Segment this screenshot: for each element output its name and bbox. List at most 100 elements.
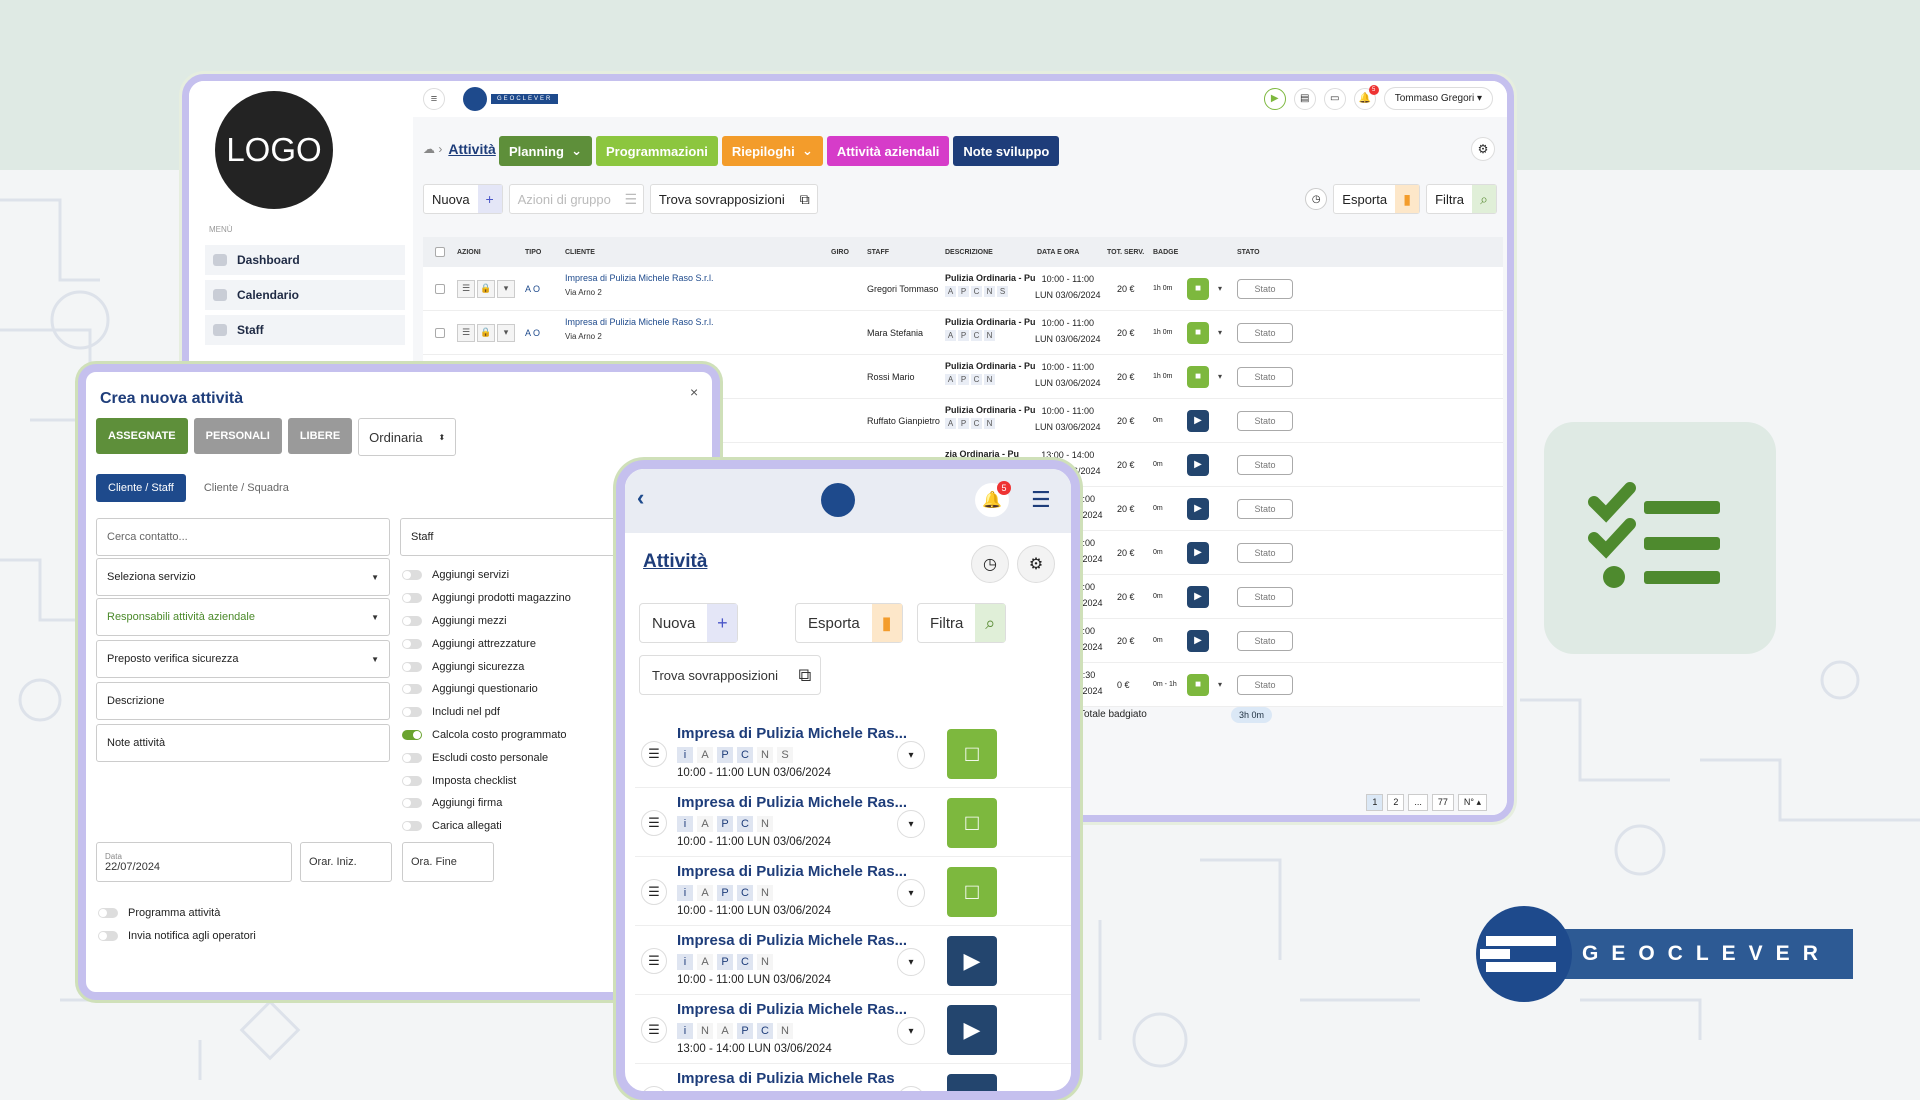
toggle-switch[interactable] [402,570,422,581]
menu-toggle-icon[interactable]: ≡ [423,88,445,110]
play-icon[interactable]: ▶ [947,1005,997,1055]
list-item[interactable]: ☰ Impresa di Pulizia Michele Ras... iAPC… [635,857,1071,926]
page-button[interactable]: 2 [1387,794,1405,811]
stato-button[interactable]: Stato [1237,278,1293,299]
list-icon[interactable]: ☰ [457,323,475,342]
row-cliente-link[interactable]: Impresa di Pulizia Michele Raso S.r.l. Vi… [565,273,714,297]
azioni-gruppo-button[interactable]: Azioni di gruppo ☰ [508,184,644,214]
service-select[interactable]: Seleziona servizio ▼ [96,558,390,596]
chevron-down-icon[interactable]: ▾ [897,810,925,838]
tab-attivita-aziendali[interactable]: Attività aziendali [826,136,950,166]
tab-note-sviluppo[interactable]: Note sviluppo [953,136,1060,166]
notes-icon[interactable]: ▤ [1293,87,1316,110]
close-icon[interactable]: × [690,384,698,400]
stato-button[interactable]: Stato [1237,454,1293,475]
play-icon[interactable]: ▶ [1187,629,1209,652]
list-icon[interactable]: ☰ [641,879,667,905]
select-all-checkbox[interactable] [435,247,445,257]
stato-button[interactable]: Stato [1237,498,1293,519]
list-item-title[interactable]: Impresa di Pulizia Michele Ras... [677,725,907,742]
descrizione-input[interactable]: Descrizione [96,682,390,720]
note-input[interactable]: Note attività [96,724,390,762]
stato-button[interactable]: Stato [1237,322,1293,343]
toggle-switch[interactable] [402,684,422,695]
stop-icon[interactable]: □ [947,867,997,917]
date-input[interactable]: Data 22/07/2024 [96,842,292,882]
page-button[interactable]: ... [1408,794,1428,811]
toggle-programma[interactable]: Programma attività [98,902,256,925]
list-icon[interactable]: ☰ [641,1017,667,1043]
toggle-switch[interactable] [402,593,422,604]
settings-gear-icon[interactable]: ⚙ [1471,137,1495,161]
option-toggle[interactable]: Aggiungi questionario [402,678,602,701]
table-row[interactable]: ☰ 🔒 ▾ A O Impresa di Pulizia Michele Raso … [423,311,1503,355]
toggle-notifica[interactable]: Invia notifica agli operatori [98,925,256,948]
option-toggle[interactable]: Aggiungi attrezzature [402,632,602,655]
toggle-switch[interactable] [402,821,422,832]
esporta-button[interactable]: Esporta ▮ [795,603,903,643]
chevron-down-icon[interactable]: ▾ [497,279,515,298]
toggle-switch[interactable] [402,661,422,672]
bell-icon[interactable]: 🔔 5 [1353,84,1379,110]
option-toggle[interactable]: Aggiungi sicurezza [402,655,602,678]
clock-icon[interactable]: ◷ [1305,188,1328,210]
bell-icon[interactable]: 🔔 5 [975,481,1011,517]
clock-icon[interactable]: ◷ [971,545,1009,583]
toggle-switch[interactable] [98,931,118,942]
home-icon[interactable]: ☁ › [423,142,442,156]
list-item[interactable]: ☰ Impresa di Pulizia Michele Ras... iAPC… [635,719,1071,788]
tab-personali[interactable]: PERSONALI [193,418,282,454]
chevron-down-icon[interactable]: ▾ [1211,675,1229,694]
option-toggle[interactable]: Escludi costo personale [402,746,602,769]
filtra-button[interactable]: Filtra ⌕ [1426,184,1497,214]
subtab-cliente-squadra[interactable]: Cliente / Squadra [204,482,289,494]
option-toggle[interactable]: Calcola costo programmato [402,724,602,747]
chevron-down-icon[interactable]: ▾ [1211,323,1229,342]
trova-sovrapposizioni-button[interactable]: Trova sovrapposizioni ⧉ [639,655,821,695]
option-toggle[interactable]: Aggiungi servizi [402,564,602,587]
nuova-button[interactable]: Nuova + [639,603,739,643]
list-item-title[interactable]: Impresa di Pulizia Michele Ras [677,1070,895,1087]
page-button[interactable]: 1 [1366,794,1384,811]
sidebar-item-staff[interactable]: Staff [205,315,405,345]
toggle-switch[interactable] [402,638,422,649]
type-select[interactable]: Ordinaria ⬍ [358,418,457,456]
list-item[interactable]: ☰ Impresa di Pulizia Michele Ras ▾ ▶ [635,1064,1071,1091]
list-item[interactable]: ☰ Impresa di Pulizia Michele Ras... iAPC… [635,788,1071,857]
option-toggle[interactable]: Aggiungi prodotti magazzino [402,587,602,610]
stop-icon[interactable]: ■ [1187,277,1209,300]
toggle-switch[interactable] [402,775,422,786]
lock-icon[interactable]: 🔒 [477,279,495,298]
user-menu[interactable]: Tommaso Gregori ▾ [1383,87,1493,110]
play-icon[interactable]: ▶ [1187,497,1209,520]
option-toggle[interactable]: Imposta checklist [402,769,602,792]
chevron-down-icon[interactable]: ▾ [897,741,925,769]
option-toggle[interactable]: Aggiungi firma [402,792,602,815]
start-time-input[interactable]: Orar. Iniz. [300,842,392,882]
chevron-down-icon[interactable]: ▾ [897,948,925,976]
tab-planning[interactable]: Planning ⌄ [499,136,593,166]
stato-button[interactable]: Stato [1237,410,1293,431]
chevron-down-icon[interactable]: ▾ [497,323,515,342]
responsabili-select[interactable]: Responsabili attività aziendale ▼ [96,598,390,636]
breadcrumb-attivita[interactable]: Attività [448,141,495,157]
row-cliente-link[interactable]: Impresa di Pulizia Michele Raso S.r.l. Vi… [565,317,714,341]
row-checkbox[interactable] [435,283,445,294]
list-icon[interactable]: ☰ [641,1086,667,1091]
toggle-switch[interactable] [402,798,422,809]
list-item[interactable]: ☰ Impresa di Pulizia Michele Ras... iAPC… [635,926,1071,995]
play-icon[interactable]: ▶ [1187,453,1209,476]
stop-icon[interactable]: ■ [1187,321,1209,344]
nuova-button[interactable]: Nuova + [423,184,503,214]
play-icon[interactable]: ▶ [1263,87,1286,110]
option-toggle[interactable]: Aggiungi mezzi [402,610,602,633]
subtab-cliente-staff[interactable]: Cliente / Staff [96,474,186,502]
page-button[interactable]: N° ▴ [1457,794,1487,811]
hamburger-icon[interactable]: ☰ [1031,487,1051,513]
tab-programmazioni[interactable]: Programmazioni [596,136,718,166]
list-item-title[interactable]: Impresa di Pulizia Michele Ras... [677,1001,907,1018]
stop-icon[interactable]: ■ [1187,673,1209,696]
monitor-icon[interactable]: ▭ [1323,87,1346,110]
stato-button[interactable]: Stato [1237,630,1293,651]
chevron-down-icon[interactable]: ▾ [1211,279,1229,298]
